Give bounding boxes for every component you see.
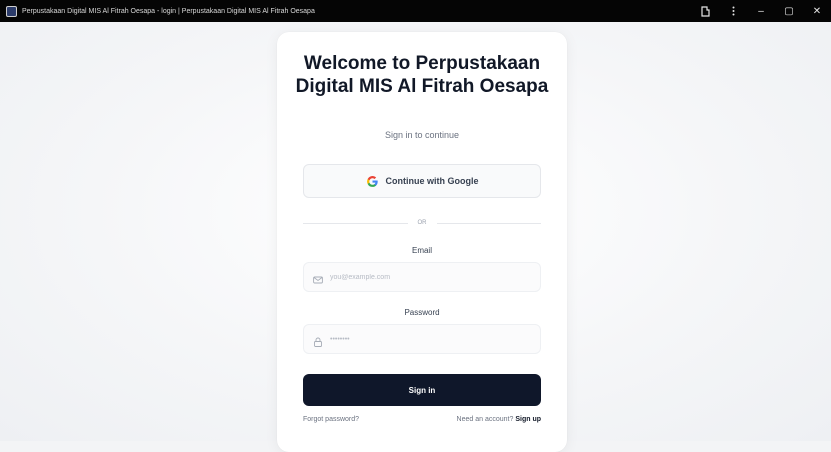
window-titlebar: Perpustakaan Digital MIS Al Fitrah Oesap…: [0, 0, 831, 22]
password-input[interactable]: [330, 335, 530, 343]
forgot-password-link[interactable]: Forgot password?: [303, 416, 359, 423]
maximize-icon[interactable]: ▢: [775, 0, 803, 22]
page-background: Welcome to Perpustakaan Digital MIS Al F…: [0, 22, 831, 452]
mail-icon: [313, 272, 323, 284]
card-footer: Forgot password? Need an account? Sign u…: [303, 416, 541, 423]
signup-prompt: Need an account? Sign up: [457, 416, 541, 423]
divider-text: OR: [417, 220, 427, 226]
or-divider: OR: [303, 218, 541, 228]
divider-line-right: [436, 222, 541, 224]
login-card: Welcome to Perpustakaan Digital MIS Al F…: [277, 32, 567, 452]
window-title: Perpustakaan Digital MIS Al Fitrah Oesap…: [22, 7, 315, 15]
divider-line-left: [303, 222, 408, 224]
continue-with-google-button[interactable]: Continue with Google: [303, 164, 541, 198]
minimize-icon[interactable]: –: [747, 0, 775, 22]
lock-icon: [313, 334, 323, 347]
extension-icon[interactable]: [691, 0, 719, 22]
need-account-text: Need an account?: [456, 416, 514, 423]
email-field[interactable]: [303, 262, 541, 292]
app-icon: [6, 5, 17, 17]
page-title: Welcome to Perpustakaan Digital MIS Al F…: [295, 53, 549, 97]
password-field[interactable]: [303, 324, 541, 354]
subtitle: Sign in to continue: [384, 130, 460, 140]
password-label: Password: [404, 308, 440, 317]
window-controls: – ▢ ✕: [691, 0, 831, 22]
sign-up-link[interactable]: Sign up: [515, 416, 541, 423]
google-icon: [366, 175, 379, 188]
menu-dots-icon[interactable]: [719, 0, 747, 22]
email-input[interactable]: [330, 273, 530, 281]
email-label: Email: [411, 246, 432, 255]
close-icon[interactable]: ✕: [803, 0, 831, 22]
sign-in-button[interactable]: Sign in: [303, 374, 541, 406]
google-button-label: Continue with Google: [385, 176, 479, 186]
